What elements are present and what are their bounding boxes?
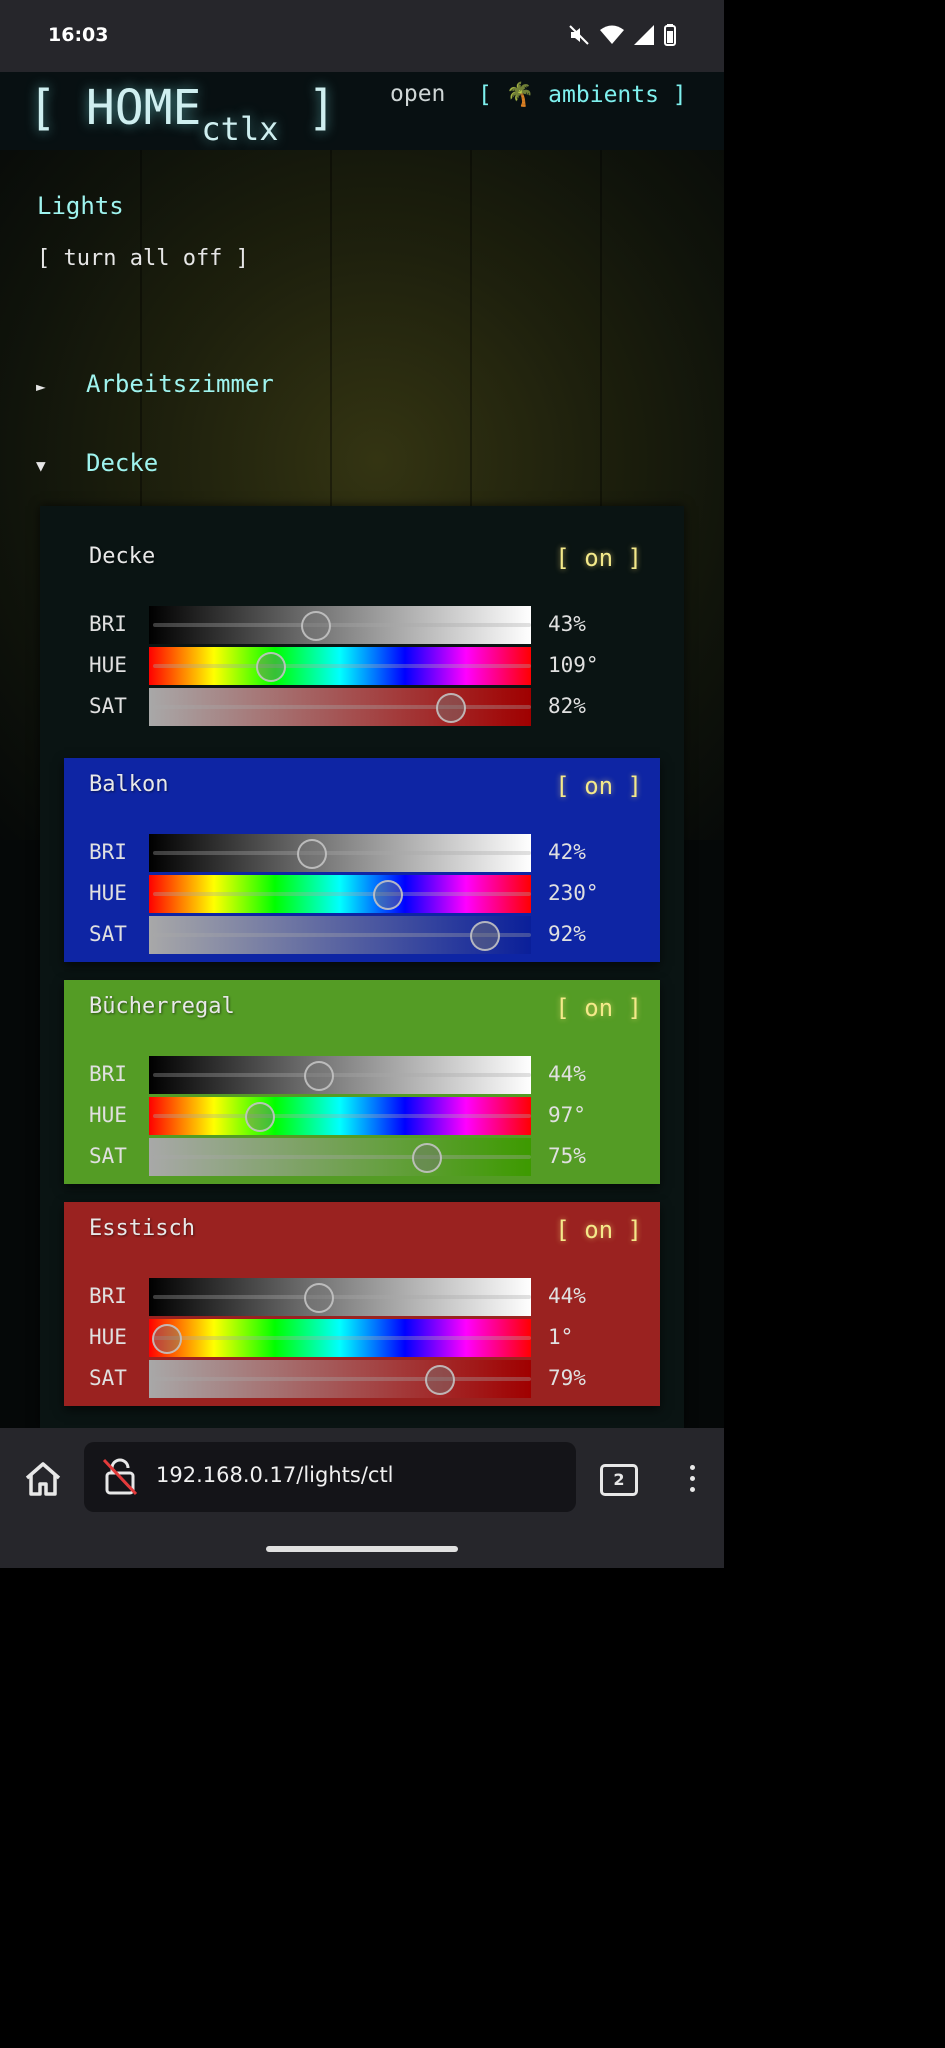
hue-value: 1° <box>548 1325 574 1349</box>
light-name: Decke <box>89 544 156 569</box>
sat-label: SAT <box>89 922 127 946</box>
bri-slider-handle[interactable] <box>297 839 328 869</box>
hue-label: HUE <box>89 653 127 677</box>
bri-row: BRI 44% <box>89 1056 649 1094</box>
mute-icon <box>568 24 590 50</box>
sat-slider-handle[interactable] <box>425 1365 456 1395</box>
hue-row: HUE 109° <box>89 647 649 685</box>
collapse-arrow-icon: ▼ <box>36 456 46 475</box>
sat-slider[interactable] <box>149 1138 531 1176</box>
sat-slider[interactable] <box>149 1360 531 1398</box>
status-bar: 16:03 <box>0 0 724 72</box>
sat-value: 92% <box>548 922 586 946</box>
room-arbeitszimmer[interactable]: ► Arbeitszimmer <box>36 370 274 398</box>
light-card: Bücherregal [ on ] BRI 44% HUE 97° SAT 7… <box>64 980 660 1184</box>
status-icons <box>568 24 676 50</box>
turn-all-off-button[interactable]: [ turn all off ] <box>37 246 249 271</box>
bri-slider[interactable] <box>149 606 531 644</box>
page-title: Lights <box>37 192 124 220</box>
bri-slider-handle[interactable] <box>304 1061 335 1091</box>
light-toggle-button[interactable]: [ on ] <box>555 772 642 800</box>
hue-label: HUE <box>89 1325 127 1349</box>
nav-ambients-link[interactable]: [ 🌴 ambients ] <box>478 81 687 108</box>
hue-value: 109° <box>548 653 599 677</box>
hue-label: HUE <box>89 881 127 905</box>
light-card: Balkon [ on ] BRI 42% HUE 230° SAT 92% <box>64 758 660 962</box>
sat-slider-handle[interactable] <box>470 921 501 951</box>
bri-value: 42% <box>548 840 586 864</box>
light-toggle-button[interactable]: [ on ] <box>555 1216 642 1244</box>
sat-row: SAT 75% <box>89 1138 649 1176</box>
light-name: Balkon <box>89 772 169 797</box>
bri-row: BRI 42% <box>89 834 649 872</box>
hue-slider[interactable] <box>149 1319 531 1357</box>
bri-label: BRI <box>89 612 127 636</box>
bri-row: BRI 43% <box>89 606 649 644</box>
hue-slider-handle[interactable] <box>245 1102 276 1132</box>
nav-open-link[interactable]: open <box>390 81 445 107</box>
insecure-lock-icon <box>102 1458 138 1496</box>
gesture-bar <box>266 1546 458 1552</box>
address-bar[interactable]: 192.168.0.17/lights/ctl <box>84 1442 576 1512</box>
light-name: Esstisch <box>89 1216 195 1241</box>
hue-row: HUE 97° <box>89 1097 649 1135</box>
sat-row: SAT 79% <box>89 1360 649 1398</box>
bri-value: 44% <box>548 1284 586 1308</box>
bri-slider[interactable] <box>149 834 531 872</box>
hue-slider[interactable] <box>149 875 531 913</box>
sat-slider-handle[interactable] <box>411 1143 442 1173</box>
sat-label: SAT <box>89 1144 127 1168</box>
bri-slider-handle[interactable] <box>300 611 331 641</box>
sat-label: SAT <box>89 694 127 718</box>
hue-label: HUE <box>89 1103 127 1127</box>
sat-row: SAT 92% <box>89 916 649 954</box>
bri-row: BRI 44% <box>89 1278 649 1316</box>
light-toggle-button[interactable]: [ on ] <box>555 544 642 572</box>
sat-slider[interactable] <box>149 916 531 954</box>
overflow-menu-icon[interactable] <box>682 1462 702 1498</box>
hue-slider-handle[interactable] <box>152 1324 182 1354</box>
sat-slider[interactable] <box>149 688 531 726</box>
cell-signal-icon <box>634 25 654 49</box>
room-decke[interactable]: ▼ Decke <box>36 449 158 477</box>
browser-toolbar: 192.168.0.17/lights/ctl 2 <box>0 1428 724 1568</box>
sat-value: 75% <box>548 1144 586 1168</box>
tab-switcher-button[interactable]: 2 <box>600 1464 638 1496</box>
sat-label: SAT <box>89 1366 127 1390</box>
bri-slider-handle[interactable] <box>304 1283 335 1313</box>
sat-row: SAT 82% <box>89 688 649 726</box>
home-icon[interactable] <box>22 1458 64 1500</box>
sat-value: 82% <box>548 694 586 718</box>
battery-icon <box>664 24 676 50</box>
app-header: [ HOMEctlx ] open [ 🌴 ambients ] <box>0 72 724 150</box>
bri-value: 44% <box>548 1062 586 1086</box>
clock: 16:03 <box>48 24 109 46</box>
hue-value: 97° <box>548 1103 586 1127</box>
app-logo[interactable]: [ HOMEctlx ] <box>28 80 336 148</box>
light-name: Bücherregal <box>89 994 235 1019</box>
wifi-icon <box>600 25 624 49</box>
hue-row: HUE 230° <box>89 875 649 913</box>
bri-slider[interactable] <box>149 1278 531 1316</box>
bri-label: BRI <box>89 1284 127 1308</box>
hue-slider[interactable] <box>149 1097 531 1135</box>
light-card: Esstisch [ on ] BRI 44% HUE 1° SAT 79% <box>64 1202 660 1406</box>
url-text: 192.168.0.17/lights/ctl <box>156 1463 394 1487</box>
bri-slider[interactable] <box>149 1056 531 1094</box>
bri-label: BRI <box>89 1062 127 1086</box>
bri-value: 43% <box>548 612 586 636</box>
hue-slider-handle[interactable] <box>373 880 404 910</box>
hue-row: HUE 1° <box>89 1319 649 1357</box>
bri-label: BRI <box>89 840 127 864</box>
hue-slider-handle[interactable] <box>255 652 286 682</box>
sat-value: 79% <box>548 1366 586 1390</box>
hue-value: 230° <box>548 881 599 905</box>
sat-slider-handle[interactable] <box>435 693 466 723</box>
hue-slider[interactable] <box>149 647 531 685</box>
expand-arrow-icon: ► <box>36 377 46 396</box>
light-card: Decke [ on ] BRI 43% HUE 109° SAT 82% <box>64 530 660 734</box>
light-toggle-button[interactable]: [ on ] <box>555 994 642 1022</box>
